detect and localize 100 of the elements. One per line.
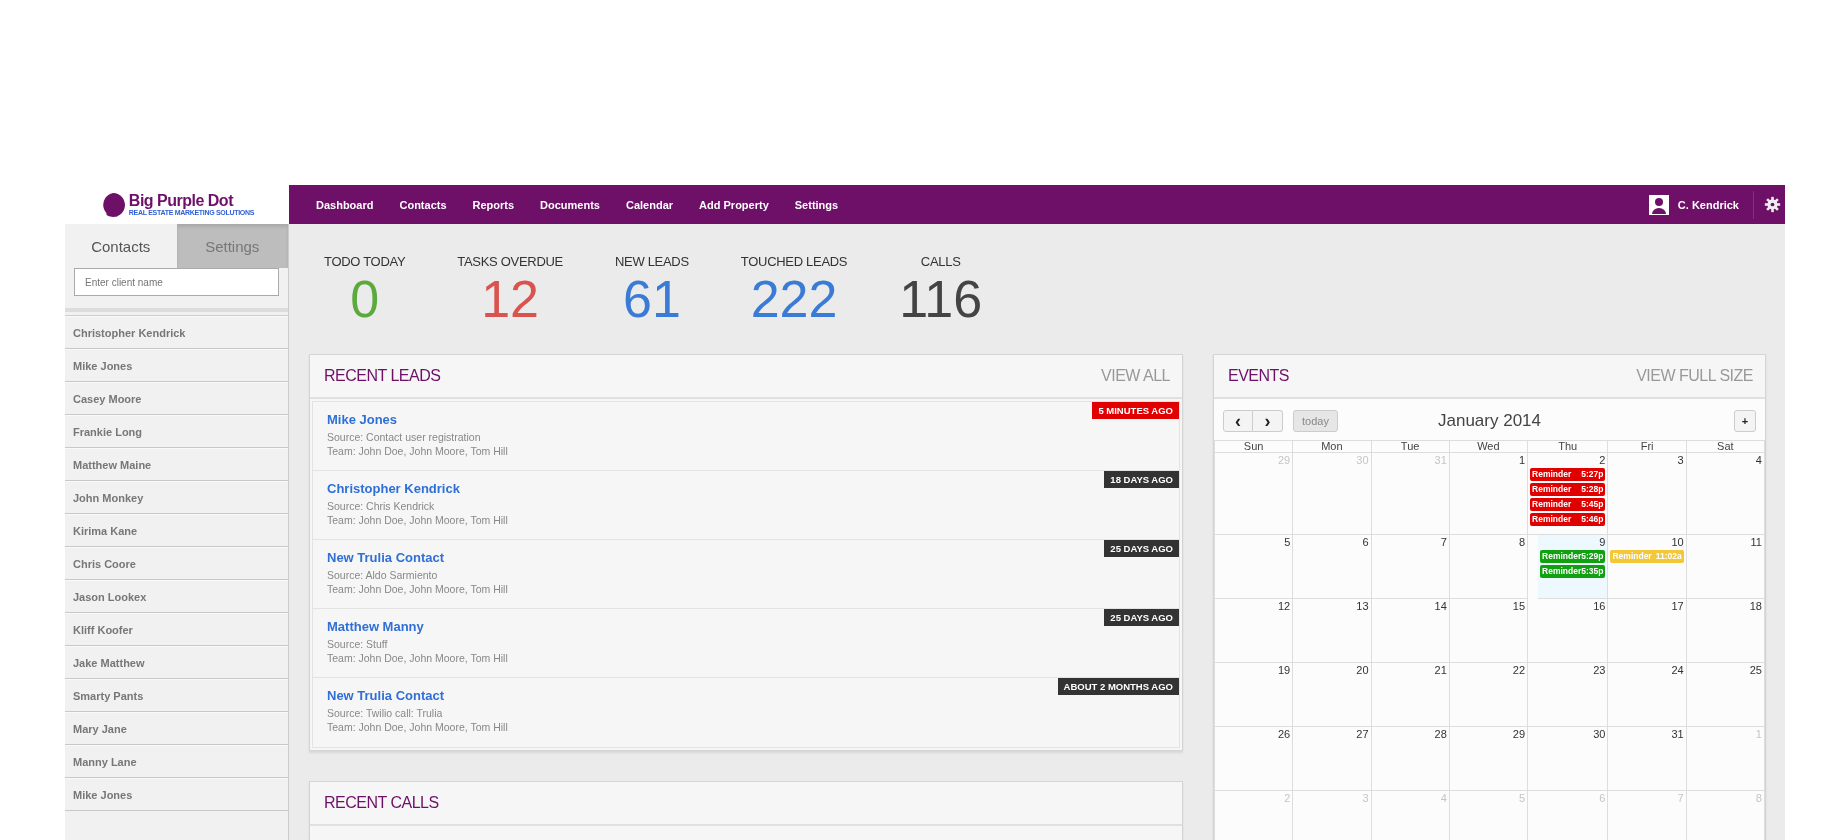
panel-title: EVENTS [1228,367,1289,385]
day-cell[interactable]: 18 [1686,599,1765,663]
day-cell[interactable]: 19 [1215,663,1294,727]
day-cell[interactable]: 4 [1686,453,1765,535]
calendar-event[interactable]: Reminder5:35p [1540,565,1606,578]
day-cell[interactable]: 5 [1215,535,1294,599]
stat-label: TASKS OVERDUE [457,254,563,269]
time-badge: 18 DAYS AGO [1104,471,1179,488]
lead-team: Team: John Doe, John Moore, Tom Hill [327,444,508,458]
weekday-header: Thu [1528,440,1609,453]
stat-label: TOUCHED LEADS [740,254,848,269]
day-number: 28 [1434,728,1447,740]
day-cell[interactable]: 21 [1371,663,1450,727]
user-name[interactable]: C. Kendrick [1677,198,1739,211]
day-cell[interactable]: 12 [1215,599,1294,663]
day-cell[interactable]: 31 [1608,727,1687,791]
lead-team: Team: John Doe, John Moore, Tom Hill [327,720,508,734]
lead-name[interactable]: Matthew Manny [327,619,424,634]
weekday-header: Wed [1449,440,1529,453]
day-cell[interactable]: 24 [1608,663,1687,727]
nav-link[interactable]: Contacts [386,185,460,224]
day-cell[interactable]: 23 [1528,663,1609,727]
day-cell[interactable]: 22 [1449,663,1529,727]
contact-item[interactable]: Manny Lane [65,745,288,778]
stat-value: 222 [750,273,838,325]
lead-team: Team: John Doe, John Moore, Tom Hill [327,513,508,527]
day-cell[interactable]: 25 [1686,663,1765,727]
day-number: 15 [1512,600,1526,612]
day-number: 19 [1278,664,1291,676]
contact-item[interactable]: Chris Coore [65,547,288,580]
day-number: 20 [1356,664,1369,676]
calendar-event[interactable]: Reminder5:29p [1540,550,1606,563]
contact-item[interactable]: Smarty Pants [65,679,288,712]
contact-item[interactable]: Frankie Long [65,415,288,448]
lead-name[interactable]: Christopher Kendrick [327,481,460,496]
stat-value: 116 [899,273,983,325]
contact-item[interactable]: Mike Jones [65,778,288,811]
day-cell[interactable]: 28 [1371,727,1450,791]
day-cell[interactable]: 14 [1371,599,1450,663]
day-cell[interactable]: 3 [1608,453,1687,535]
contact-item[interactable]: John Monkey [65,481,288,514]
time-badge: ABOUT 2 MONTHS AGO [1057,678,1179,695]
lead-name[interactable]: Mike Jones [327,412,398,427]
nav-link[interactable]: Reports [459,185,528,224]
day-cell[interactable]: 29 [1449,727,1529,791]
day-cell[interactable]: 6 [1293,535,1372,599]
contact-item[interactable]: Casey Moore [65,382,288,415]
day-cell[interactable]: 11 [1686,535,1765,599]
next-button[interactable]: › [1253,409,1283,432]
day-number: 10 [1671,536,1684,548]
day-number: 25 [1749,664,1762,676]
lead-source: Source: Twilio call: Trulia [327,706,443,720]
search-field[interactable]: Enter client name [74,268,279,296]
calendar-event[interactable]: Reminder 5:46p [1530,513,1606,526]
contact-item[interactable]: Matthew Maine [65,448,288,481]
contact-item[interactable]: Kliff Koofer [65,613,288,646]
nav-link[interactable]: Dashboard [303,185,387,224]
day-cell[interactable]: 13 [1293,599,1372,663]
contact-item[interactable]: Christopher Kendrick [65,316,288,349]
lead-name[interactable]: New Trulia Contact [327,688,445,703]
day-cell[interactable]: 30 [1528,727,1609,791]
stat-label: NEW LEADS [614,254,689,269]
contact-item[interactable]: Jake Matthew [65,646,288,679]
day-number: 14 [1434,600,1447,612]
time-badge: 5 MINUTES AGO [1092,402,1179,419]
day-cell[interactable]: 7 [1371,535,1450,599]
day-cell[interactable]: 8 [1449,535,1529,599]
nav-link[interactable]: Settings [781,185,852,224]
settings-icon[interactable] [1764,196,1781,213]
day-cell[interactable]: 15 [1449,599,1529,663]
day-number: 13 [1356,600,1369,612]
contact-item[interactable]: Mary Jane [65,712,288,745]
day-cell[interactable]: 27 [1293,727,1372,791]
calendar-event[interactable]: Reminder 5:45p [1530,498,1606,511]
day-number: 7 [1440,536,1447,548]
day-cell[interactable]: 9 Reminder5:29p Reminder5:35p [1538,535,1609,599]
day-cell[interactable]: 2 Reminder 5:27p Reminder 5:28p Reminder 5:45p Reminder 5:46p [1528,453,1609,535]
nav-link[interactable]: Calendar [613,185,687,224]
day-number: 6 [1362,536,1369,548]
contact-item[interactable]: Mike Jones [65,349,288,382]
previous-button[interactable]: ‹ [1223,409,1253,432]
day-cell[interactable]: 26 [1215,727,1294,791]
nav-link[interactable]: Documents [527,185,613,224]
day-cell[interactable]: 10 Reminder 11:02a [1608,535,1687,599]
day-cell[interactable]: 16 [1528,599,1609,663]
contact-item[interactable]: Jason Lookex [65,580,288,613]
weekday-header: Fri [1608,440,1687,453]
lead-name[interactable]: New Trulia Contact [327,550,445,565]
day-number: 4 [1755,454,1762,466]
contact-item[interactable]: Kirima Kane [65,514,288,547]
day-cell[interactable]: 20 [1293,663,1372,727]
day-cell[interactable]: 1 [1449,453,1529,535]
time-badge: 25 DAYS AGO [1104,609,1179,626]
day-cell[interactable]: 17 [1608,599,1687,663]
lead-source: Source: Aldo Sarmiento [327,568,438,582]
nav-link[interactable]: Add Property [686,185,782,224]
calendar-event[interactable]: Reminder 5:27p [1530,468,1606,481]
add-button[interactable]: + [1734,409,1756,432]
stat-value: 12 [481,273,540,325]
calendar-event[interactable]: Reminder 5:28p [1530,483,1606,496]
